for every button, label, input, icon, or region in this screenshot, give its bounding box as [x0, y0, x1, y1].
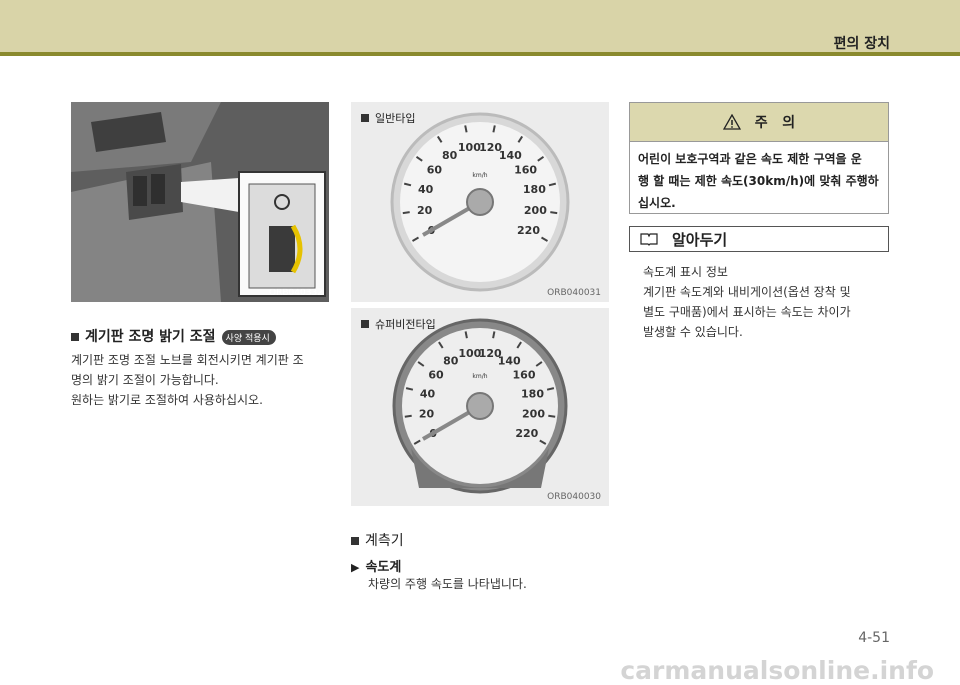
- speed-tick-label: 40: [418, 183, 434, 196]
- gauge-panel-supervision: 슈퍼비전타입 020406080100120140160180200220 km…: [351, 308, 609, 506]
- option-badge: 사양 적용시: [221, 329, 276, 345]
- dimmer-description: 계기판 조명 조절 노브를 회전시키면 계기판 조 명의 밝기 조절이 가능합니…: [71, 353, 304, 407]
- image-code: ORB040031: [547, 288, 601, 298]
- caution-box: 주 의 어린이 보호구역과 같은 속도 제한 구역을 운 행 할 때는 제한 속…: [629, 102, 889, 214]
- page-number: 4-51: [858, 630, 890, 646]
- speed-tick-label: 160: [514, 164, 537, 177]
- speed-tick-label: 200: [524, 204, 547, 217]
- image-code: ORB040030: [547, 492, 601, 502]
- warning-icon: [722, 114, 741, 130]
- speedometer-heading: ▶ 속도계: [351, 560, 402, 575]
- top-banner: [0, 0, 960, 56]
- book-icon: [640, 233, 658, 246]
- speed-tick-label: 220: [517, 224, 540, 237]
- speed-tick-mark: [550, 211, 558, 215]
- dashboard-photo: ORB040332: [71, 102, 329, 302]
- speed-tick-label: 20: [419, 408, 435, 421]
- note-box: 알아두기: [629, 226, 889, 252]
- speed-tick-label: 60: [427, 164, 443, 177]
- caution-text: 어린이 보호구역과 같은 속도 제한 구역을 운 행 할 때는 제한 속도(30…: [638, 152, 879, 210]
- speed-tick-label: 100: [458, 141, 481, 154]
- speed-tick-label: 180: [521, 387, 544, 400]
- speed-tick-label: 180: [523, 183, 546, 196]
- image-code: ORB040332: [269, 288, 323, 298]
- speed-tick-mark: [492, 331, 496, 339]
- caution-header: 주 의: [630, 103, 888, 142]
- dimmer-knob-illustration: [71, 102, 329, 302]
- speed-tick-mark: [402, 211, 410, 215]
- speedometer-standard: 020406080100120140160180200220 km/h: [390, 112, 570, 292]
- speed-tick-label: 40: [420, 387, 436, 400]
- note-text: 속도계 표시 정보 계기판 속도계와 내비게이션(옵션 장착 및 별도 구매품)…: [643, 265, 851, 339]
- speed-tick-mark: [492, 125, 496, 133]
- speed-tick-label: 200: [522, 408, 545, 421]
- speed-tick-label: 20: [417, 204, 433, 217]
- speed-tick-label: 160: [513, 369, 536, 382]
- speed-tick-label: 140: [499, 149, 522, 162]
- speed-tick-label: 140: [498, 355, 521, 368]
- unit-label: km/h: [472, 172, 487, 179]
- speed-tick-label: 60: [428, 369, 444, 382]
- section-title: 편의 장치: [833, 36, 890, 52]
- speed-tick-label: 80: [442, 149, 458, 162]
- gauge-panel-standard: 일반타입 020406080100120140160180200220 km/h…: [351, 102, 609, 302]
- speed-tick-label: 220: [515, 427, 538, 440]
- speed-tick-mark: [404, 414, 412, 418]
- speedometer-supervision: 020406080100120140160180200220 km/h: [392, 318, 568, 494]
- speed-tick-mark: [464, 125, 468, 133]
- speed-tick-mark: [464, 331, 468, 339]
- speedometer-description: 차량의 주행 속도를 나타냅니다.: [368, 577, 527, 591]
- speed-tick-mark: [548, 414, 556, 418]
- watermark: carmanualsonline.info: [620, 656, 934, 685]
- dimmer-heading: 계기판 조명 밝기 조절 사양 적용시: [71, 326, 276, 346]
- speed-tick-label: 80: [443, 355, 459, 368]
- gauges-heading: 계측기: [351, 530, 404, 550]
- unit-label: km/h: [472, 373, 487, 380]
